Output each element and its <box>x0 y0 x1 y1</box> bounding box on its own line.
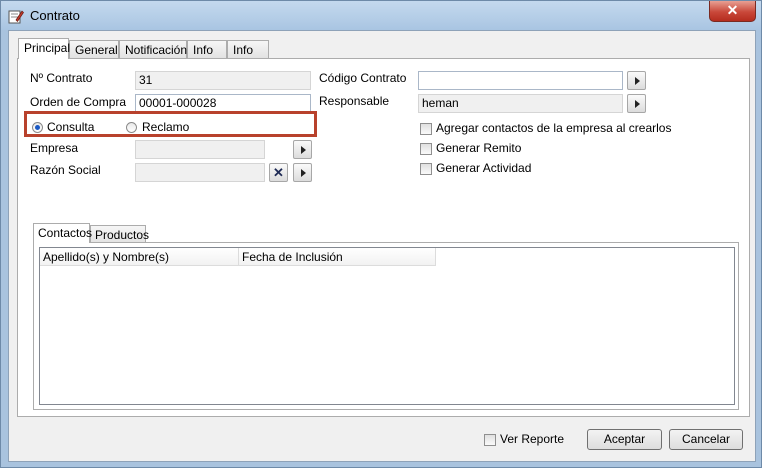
tab-principal[interactable]: Principal <box>18 38 70 59</box>
empresa-field[interactable] <box>135 140 265 159</box>
tab-info-2[interactable]: Info 2 <box>227 40 269 75</box>
generar-remito-label: Generar Remito <box>436 141 522 155</box>
column-header-fecha[interactable]: Fecha de Inclusión <box>239 248 436 266</box>
tab-info[interactable]: Info <box>187 40 227 58</box>
tab-general[interactable]: General <box>69 40 119 58</box>
cancelar-button[interactable]: Cancelar <box>669 429 743 450</box>
tab-productos[interactable]: Productos <box>90 225 149 243</box>
column-header-nombre[interactable]: Apellido(s) y Nombre(s) <box>40 248 239 266</box>
contract-edit-icon <box>8 10 24 24</box>
highlight-box <box>24 111 317 137</box>
responsable-label: Responsable <box>319 94 390 108</box>
dialog-client-area: Principal General Notificación Info Info… <box>8 30 756 462</box>
empresa-arrow-button[interactable] <box>293 140 312 159</box>
razon-social-label: Razón Social <box>30 163 101 177</box>
close-button[interactable]: ✕ <box>709 1 756 22</box>
generar-remito-checkbox[interactable] <box>420 143 432 155</box>
contrato-window: Contrato ✕ Principal General Notificació… <box>0 0 762 468</box>
empresa-label: Empresa <box>30 141 79 155</box>
agregar-contactos-checkbox[interactable] <box>420 123 432 135</box>
codigo-contrato-arrow-button[interactable] <box>627 71 646 90</box>
codigo-contrato-field[interactable] <box>418 71 623 90</box>
tab-contactos[interactable]: Contactos <box>33 223 92 243</box>
responsable-arrow-button[interactable] <box>627 94 646 113</box>
generar-actividad-checkbox[interactable] <box>420 163 432 175</box>
title-bar: Contrato ✕ <box>1 1 761 30</box>
responsable-field[interactable]: heman <box>418 94 623 113</box>
orden-compra-label: Orden de Compra <box>30 95 127 109</box>
tab-notificacion[interactable]: Notificación <box>119 40 187 58</box>
ver-reporte-label: Ver Reporte <box>500 432 565 446</box>
codigo-contrato-label: Código Contrato <box>319 71 407 85</box>
razon-social-arrow-button[interactable] <box>293 163 312 182</box>
agregar-contactos-label: Agregar contactos de la empresa al crear… <box>436 121 672 135</box>
contacts-grid[interactable]: Apellido(s) y Nombre(s) Fecha de Inclusi… <box>39 247 735 405</box>
contactos-panel: Apellido(s) y Nombre(s) Fecha de Inclusi… <box>33 242 739 410</box>
generar-actividad-label: Generar Actividad <box>436 161 532 175</box>
clear-x-icon: ✕ <box>273 165 284 180</box>
razon-social-clear-button[interactable]: ✕ <box>269 163 288 182</box>
aceptar-button[interactable]: Aceptar <box>587 429 662 450</box>
nro-contrato-field[interactable]: 31 <box>135 71 311 90</box>
window-title: Contrato <box>30 8 80 23</box>
close-icon: ✕ <box>726 2 739 18</box>
nro-contrato-label: Nº Contrato <box>30 71 93 85</box>
razon-social-field[interactable] <box>135 163 265 182</box>
ver-reporte-checkbox[interactable] <box>484 434 496 446</box>
